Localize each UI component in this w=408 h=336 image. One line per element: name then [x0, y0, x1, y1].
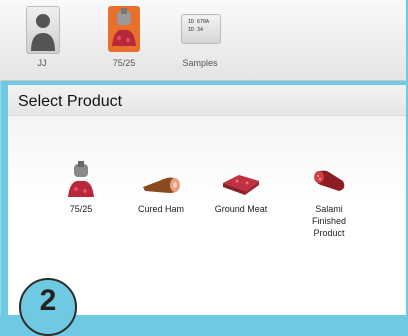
user-icon: [26, 6, 60, 54]
ham-icon: [143, 177, 180, 193]
toolbar-samples-label: Samples: [182, 58, 218, 68]
page-title: Select Product: [18, 93, 123, 110]
meat-grinder-icon: [68, 161, 94, 197]
product-label: Salami Finished Product: [311, 204, 347, 238]
toolbar-product-label: 75/25: [112, 58, 136, 68]
product-ground-meat[interactable]: Ground Meat: [206, 161, 276, 215]
sample-labels-icon: ID 670A ID 34: [181, 14, 221, 44]
product-cured-ham[interactable]: Cured Ham: [126, 161, 196, 215]
step-badge: 2: [19, 278, 77, 336]
toolbar-samples[interactable]: ID 670A ID 34 Samples: [170, 0, 230, 80]
salami-icon: [314, 170, 345, 191]
meat-grinder-icon: [108, 6, 140, 52]
toolbar-user[interactable]: JJ: [12, 0, 72, 80]
product-salami[interactable]: Salami Finished Product: [294, 161, 364, 239]
ground-meat-icon: [223, 175, 259, 195]
step-number: 2: [39, 284, 57, 317]
toolbar-product[interactable]: 75/25: [94, 0, 154, 80]
sample-label-text-2: ID 34: [188, 27, 204, 33]
product-label: Cured Ham: [137, 204, 184, 214]
panel-header: Select Product: [8, 85, 406, 116]
toolbar-user-label: JJ: [37, 58, 47, 68]
product-label: Ground Meat: [214, 204, 268, 214]
select-product-panel: Select Product 75/25 Cured Ham Ground Me…: [8, 85, 406, 315]
toolbar: JJ 75/25 ID 670A ID 34 Samples: [0, 0, 406, 81]
sample-label-text-1: ID 670A: [188, 19, 210, 25]
product-75-25[interactable]: 75/25: [46, 161, 116, 215]
product-label: 75/25: [69, 204, 93, 214]
